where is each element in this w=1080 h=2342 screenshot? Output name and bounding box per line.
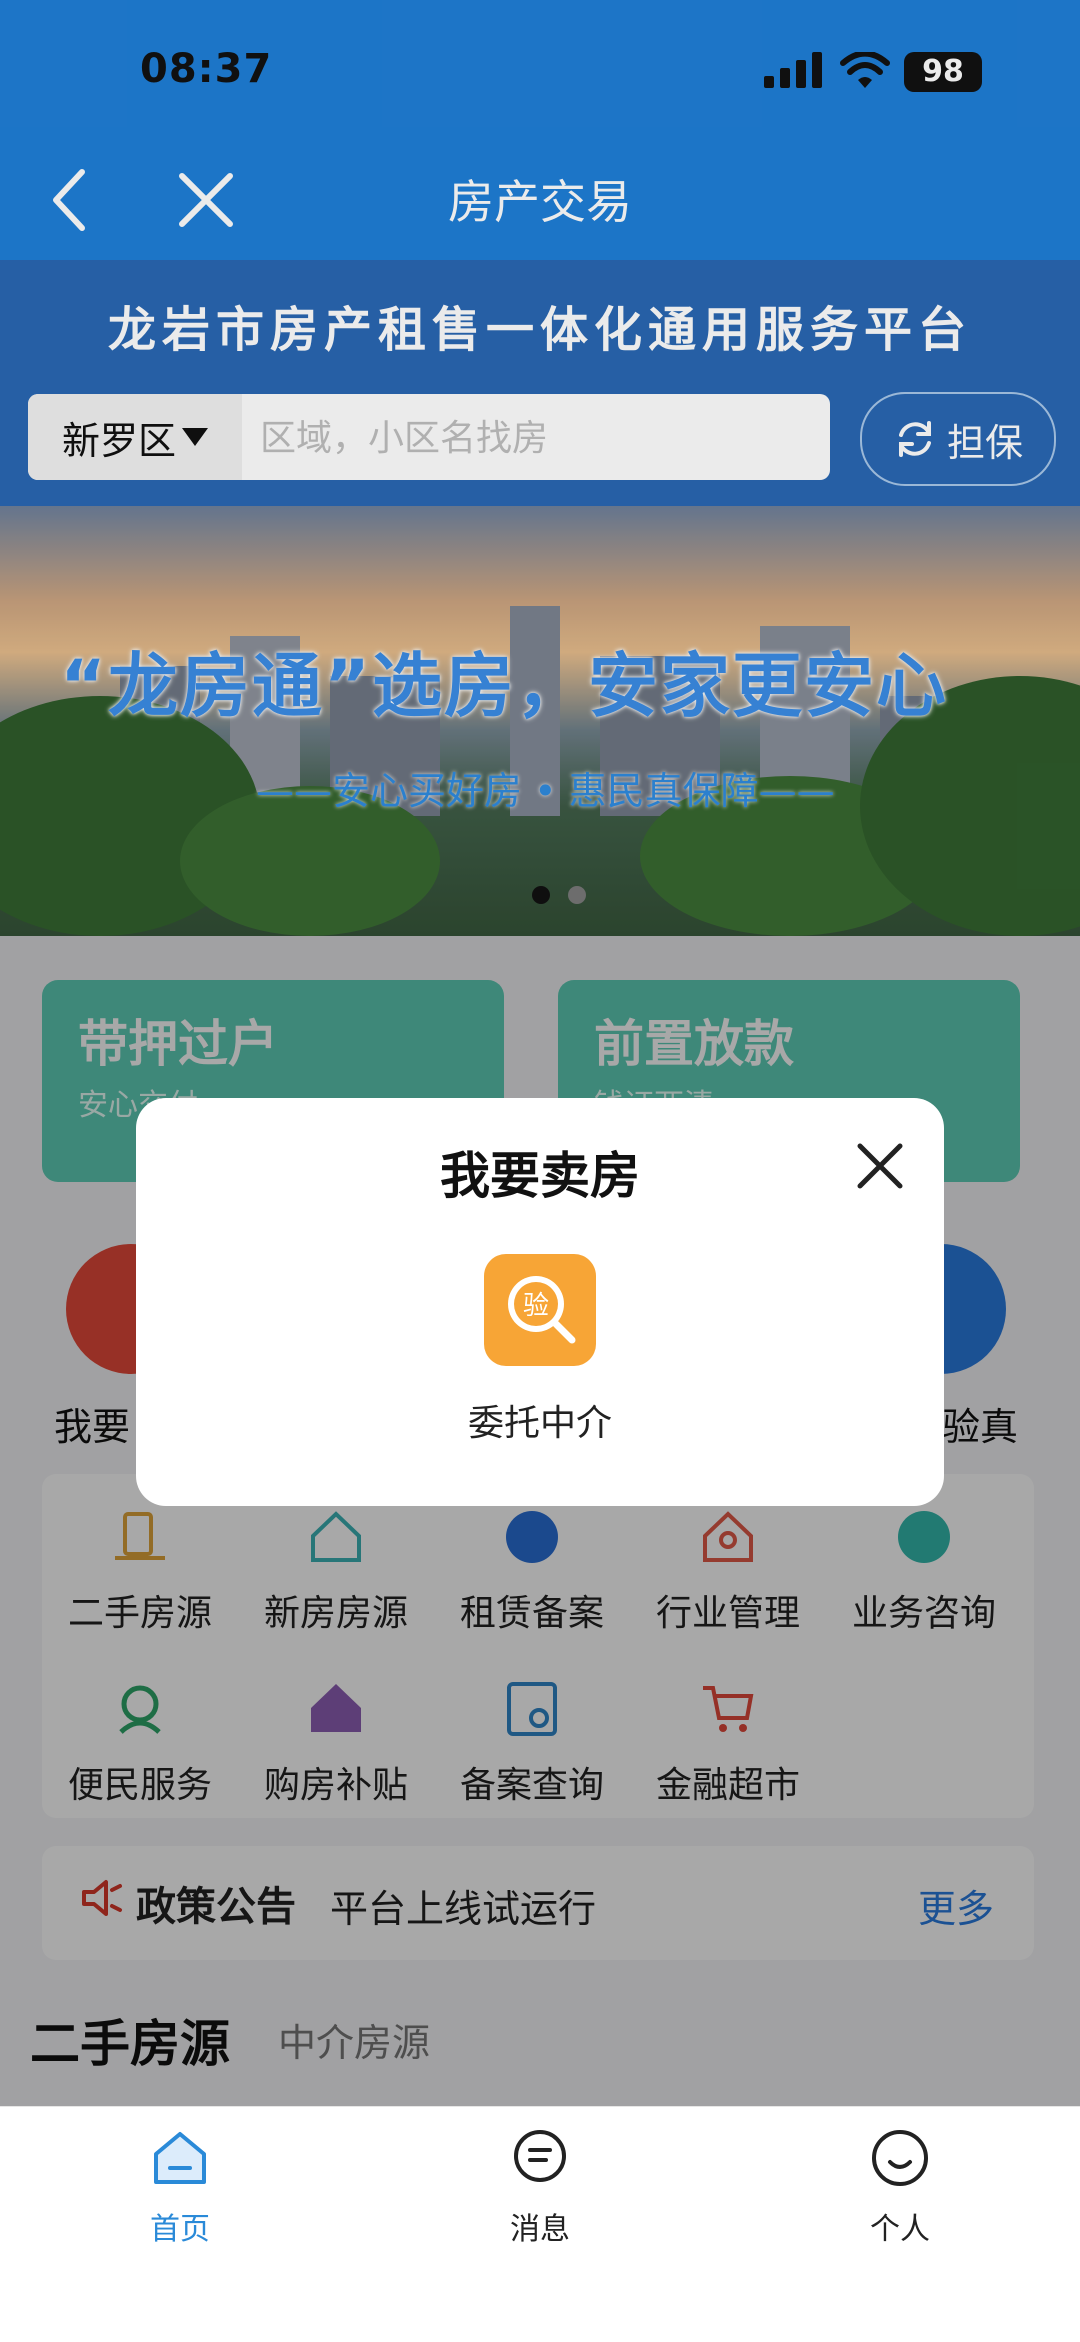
tab-profile[interactable]: 个人 bbox=[800, 2126, 1000, 2248]
dialog-close-button[interactable] bbox=[850, 1136, 910, 1196]
tab-home[interactable]: 首页 bbox=[80, 2126, 280, 2248]
home-icon bbox=[154, 2132, 206, 2184]
tab-label: 消息 bbox=[510, 2212, 570, 2247]
entrust-glyph: 验 bbox=[523, 1291, 549, 1321]
entrust-agency-icon[interactable]: 验 bbox=[484, 1254, 596, 1366]
dialog-title: 我要卖房 bbox=[440, 1147, 640, 1205]
tab-label: 个人 bbox=[870, 2212, 930, 2247]
overlay-top bbox=[0, 0, 1080, 936]
tab-messages[interactable]: 消息 bbox=[440, 2126, 640, 2248]
tab-label: 首页 bbox=[150, 2212, 210, 2247]
profile-icon bbox=[872, 2130, 928, 2186]
entrust-agency-label[interactable]: 委托中介 bbox=[436, 1394, 644, 1446]
search-verify-icon: 验 bbox=[508, 1276, 576, 1344]
message-icon bbox=[514, 2130, 566, 2182]
